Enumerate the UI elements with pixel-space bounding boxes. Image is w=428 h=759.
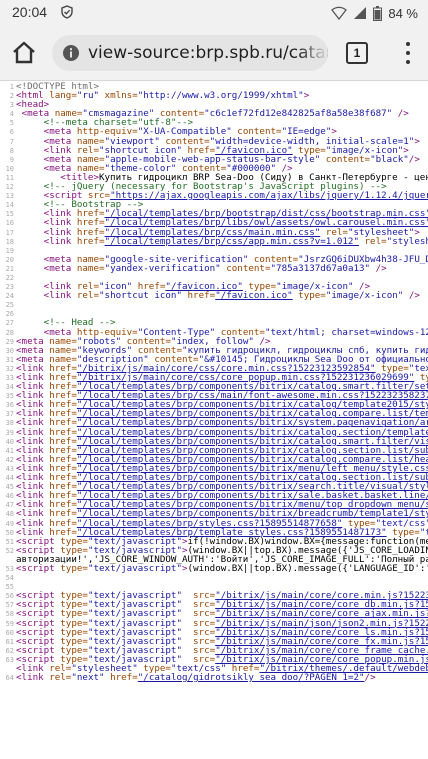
source-line: 2 <html lang="ru" xmlns="http://www.w3.or… [0, 91, 428, 100]
tab-switcher-button[interactable]: 1 [344, 40, 370, 66]
home-icon[interactable] [10, 39, 38, 67]
source-line: 54 [0, 573, 428, 582]
battery-icon [373, 5, 383, 21]
url-text: view-source:brp.spb.ru/catalog/ [88, 43, 328, 63]
source-line: 21 <meta name="yandex-verification" cont… [0, 264, 428, 273]
battery-percent: 84 % [388, 5, 418, 21]
info-icon[interactable] [62, 44, 80, 62]
menu-dot [406, 51, 410, 55]
code-token: rel= [49, 672, 72, 684]
status-bar: 20:04 84 % [0, 0, 428, 26]
line-code: <link rel="next" href="/catalog/gidrotsi… [16, 672, 376, 683]
overflow-menu-icon[interactable] [398, 40, 418, 66]
code-token: href= [104, 672, 138, 684]
code-token: /> [364, 672, 376, 684]
code-token: "next" [71, 672, 105, 684]
status-right: 84 % [331, 3, 418, 23]
code-token: <link [16, 672, 50, 684]
source-line: 24 <link rel="shortcut icon" href="/favi… [0, 291, 428, 300]
source-line: 18 <link href="/local/templates/brp/css/… [0, 236, 428, 245]
signal-icon [354, 7, 367, 19]
line-number: 64 [5, 674, 14, 683]
browser-toolbar: view-source:brp.spb.ru/catalog/ 1 [0, 26, 428, 81]
vpn-shield-icon [61, 5, 73, 19]
menu-dot [406, 60, 410, 64]
url-fade [298, 35, 328, 71]
source-link[interactable]: "/catalog/gidrotsikly_sea_doo/?PAGEN_1=2… [138, 672, 365, 683]
source-line: 25 [0, 300, 428, 309]
tab-count: 1 [346, 42, 368, 64]
source-code-view[interactable]: 1 <!DOCTYPE html> 2 <html lang="ru" xmlns="… [0, 82, 428, 759]
address-bar[interactable]: view-source:brp.spb.ru/catalog/ [52, 35, 328, 71]
source-line: 53 <script type="text/javascript">(window… [0, 564, 428, 573]
status-time: 20:04 [12, 4, 48, 20]
source-line: 64 <link rel="next" href="/catalog/gidrot… [0, 673, 428, 682]
wifi-icon [331, 6, 348, 20]
menu-dot [406, 42, 410, 46]
